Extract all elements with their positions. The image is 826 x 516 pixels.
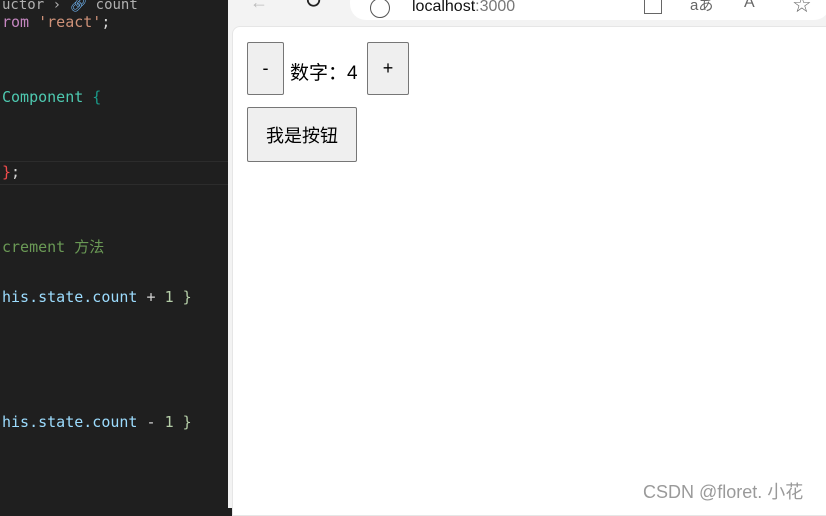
code-line: rom 'react'; [2, 13, 111, 31]
url-text: localhost:3000 [412, 0, 516, 15]
code-line: his.state.count + 1 } [2, 288, 192, 306]
code-line: Component { [2, 88, 102, 106]
code-line: }; [2, 163, 21, 181]
browser-window: ← ↻ localhost:3000 aあ A" ☆ - 数字：4 + 我是按钮… [228, 0, 826, 516]
my-button[interactable]: 我是按钮 [247, 107, 357, 162]
count-display: 数字：4 [290, 58, 358, 85]
translate-icon[interactable]: aあ [690, 0, 713, 15]
current-line-highlight [0, 161, 228, 185]
address-bar[interactable]: localhost:3000 aあ A" ☆ [350, 0, 826, 20]
code-line: his.state.count - 1 } [2, 413, 192, 431]
refresh-icon[interactable]: ↻ [304, 0, 322, 14]
decrement-button[interactable]: - [247, 42, 284, 95]
favorite-icon[interactable]: ☆ [792, 0, 812, 18]
code-editor[interactable]: uctor › 🔗︎ count rom 'react'; Component … [0, 0, 228, 508]
increment-button[interactable]: + [367, 42, 409, 95]
apps-icon[interactable] [644, 0, 662, 14]
read-aloud-icon[interactable]: A" [744, 0, 760, 12]
count-label: 数字： [290, 63, 348, 84]
back-icon[interactable]: ← [250, 0, 268, 13]
watermark: CSDN @floret. 小花 [643, 482, 804, 502]
info-icon[interactable] [370, 0, 390, 18]
count-value: 4 [347, 63, 358, 84]
code-comment: crement 方法 [2, 238, 105, 256]
page-content: - 数字：4 + 我是按钮 CSDN @floret. 小花 [232, 26, 826, 516]
